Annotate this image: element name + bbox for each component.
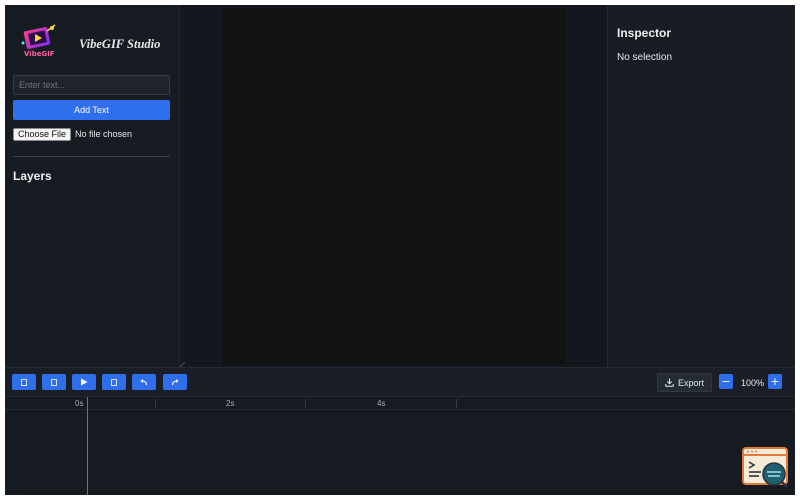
text-input[interactable] xyxy=(13,75,170,95)
tick-label: 0s xyxy=(75,399,84,408)
export-label: Export xyxy=(678,377,705,388)
undo-button[interactable] xyxy=(132,374,156,390)
timeline[interactable]: 0s 2s 4s xyxy=(5,397,795,495)
play-button[interactable] xyxy=(72,374,96,390)
tool-button-4[interactable] xyxy=(102,374,126,390)
logo-text: VibeGIF xyxy=(24,50,55,58)
app-logo: VibeGIF xyxy=(17,23,63,63)
app-title: VibeGIF Studio xyxy=(79,37,161,51)
inspector-title: Inspector xyxy=(617,26,672,40)
file-picker: Choose File No file chosen xyxy=(13,127,132,141)
playhead[interactable] xyxy=(87,397,88,495)
inspector-empty-state: No selection xyxy=(617,52,673,63)
tick-mark xyxy=(155,399,156,408)
assistant-widget-icon[interactable] xyxy=(741,445,791,491)
choose-file-button[interactable]: Choose File xyxy=(13,127,72,141)
play-icon xyxy=(81,378,88,386)
tick-label: 2s xyxy=(226,399,235,408)
layers-title: Layers xyxy=(13,169,52,183)
file-status: No file chosen xyxy=(75,129,133,139)
square-icon xyxy=(21,378,27,386)
tick-mark xyxy=(305,399,306,408)
export-button[interactable]: Export xyxy=(657,373,713,392)
tool-button-1[interactable] xyxy=(12,374,36,390)
redo-button[interactable] xyxy=(163,374,187,390)
square-icon xyxy=(51,378,57,386)
zoom-level: 100% xyxy=(741,378,765,388)
square-icon xyxy=(111,378,117,386)
tool-button-2[interactable] xyxy=(42,374,66,390)
sidebar: VibeGIF VibeGIF Studio Add Text Choose F… xyxy=(5,5,180,367)
sidebar-divider xyxy=(13,156,170,157)
canvas-area xyxy=(180,5,607,367)
timeline-ruler: 0s 2s 4s xyxy=(5,397,795,410)
undo-icon xyxy=(140,378,148,385)
zoom-in-button[interactable]: + xyxy=(768,374,782,389)
canvas[interactable] xyxy=(222,8,565,365)
inspector-panel: Inspector No selection xyxy=(607,5,795,367)
tick-mark xyxy=(456,399,457,408)
playback-toolbar: Export − 100% + xyxy=(5,367,795,397)
download-icon xyxy=(665,378,674,387)
zoom-out-button[interactable]: − xyxy=(719,374,733,389)
add-text-button[interactable]: Add Text xyxy=(13,100,170,120)
redo-icon xyxy=(171,378,179,385)
app-window: VibeGIF VibeGIF Studio Add Text Choose F… xyxy=(5,5,795,495)
tick-label: 4s xyxy=(377,399,386,408)
